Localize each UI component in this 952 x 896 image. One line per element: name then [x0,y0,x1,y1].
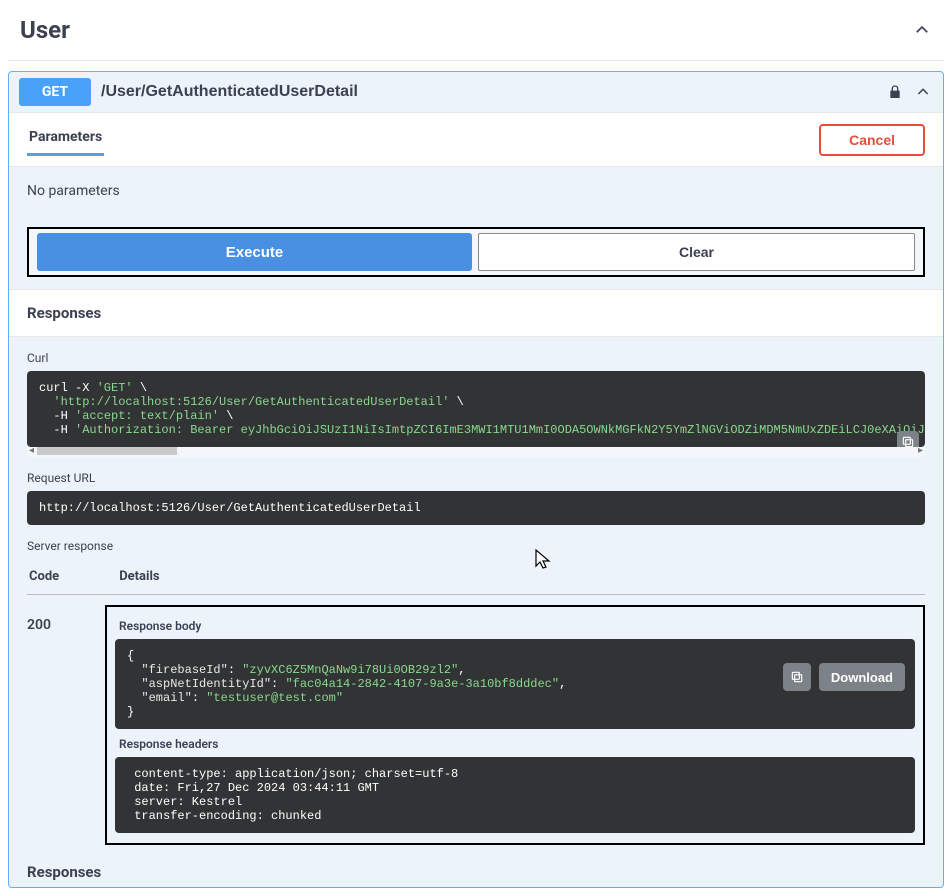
section-header[interactable]: User [8,8,944,61]
details-header: Details [119,569,159,584]
response-details: Response body { "firebaseId": "zyvXC6Z5M… [105,605,925,845]
parameters-bar: Parameters Cancel [9,112,943,167]
server-response-label: Server response [9,525,943,559]
request-url-block[interactable]: http://localhost:5126/User/GetAuthentica… [27,491,925,525]
execute-row: Execute Clear [27,227,925,277]
section-title: User [20,16,70,44]
operation-summary[interactable]: GET /User/GetAuthenticatedUserDetail [9,72,943,112]
curl-label: Curl [9,337,943,371]
clear-button[interactable]: Clear [478,233,915,271]
execute-button[interactable]: Execute [37,233,472,271]
chevron-up-icon [913,82,933,102]
responses-footer-heading: Responses [9,845,943,887]
cancel-button[interactable]: Cancel [819,124,925,156]
lock-icon[interactable] [887,84,903,100]
copy-icon[interactable] [897,431,919,447]
tab-parameters[interactable]: Parameters [27,123,104,156]
response-body-block[interactable]: { "firebaseId": "zyvXC6Z5MnQaNw9i78Ui0OB… [115,639,915,729]
status-code: 200 [27,605,105,633]
response-body-label: Response body [115,617,915,639]
operation-block: GET /User/GetAuthenticatedUserDetail Par… [8,71,944,888]
curl-block[interactable]: curl -X 'GET' \ 'http://localhost:5126/U… [27,371,925,447]
responses-heading: Responses [9,289,943,337]
response-headers-label: Response headers [115,735,915,757]
response-row: 200 Response body { "firebaseId": "zyvXC… [27,595,925,845]
horizontal-scrollbar[interactable]: ◂ ▸ [27,447,925,457]
response-table-header: Code Details [27,559,925,595]
no-parameters-text: No parameters [9,167,943,215]
chevron-up-icon [912,20,932,40]
copy-response-icon[interactable] [783,663,811,691]
download-button[interactable]: Download [819,663,905,691]
response-headers-block[interactable]: content-type: application/json; charset=… [115,757,915,833]
method-badge: GET [19,78,91,106]
operation-path: /User/GetAuthenticatedUserDetail [101,83,877,101]
request-url-label: Request URL [9,457,943,491]
code-header: Code [29,569,59,584]
